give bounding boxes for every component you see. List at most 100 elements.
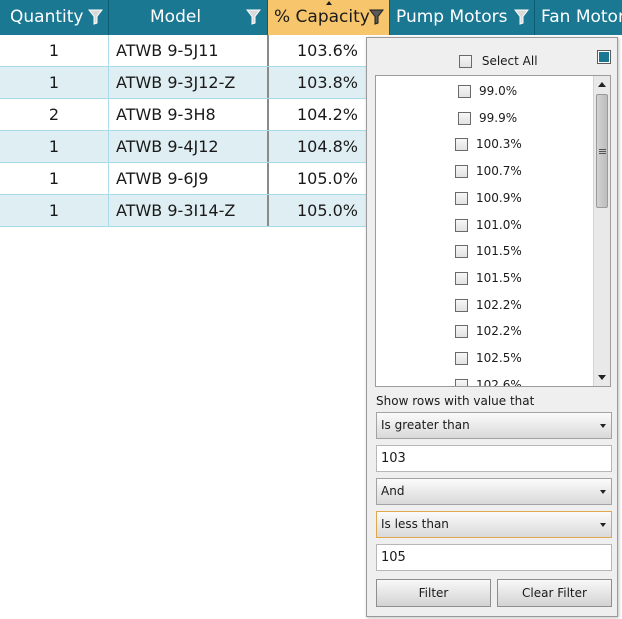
operator1-dropdown[interactable]: Is greater than [376,412,612,439]
value1-input[interactable]: 103 [376,445,612,472]
filter-funnel-icon[interactable] [514,9,529,25]
filter-funnel-icon[interactable] [88,9,103,25]
quantity-cell: 2 [48,105,60,124]
quantity-cell: 1 [48,169,60,188]
list-item[interactable]: 102.6% [455,377,522,386]
list-item[interactable]: 101.0% [455,217,522,233]
list-item[interactable]: 100.3% [455,136,522,152]
table-row[interactable]: 2 ATWB 9-3H8 104.2% [0,99,367,131]
quantity-cell: 1 [48,201,60,220]
capacity-cell: 105.0% [296,169,358,188]
grid-header: Quantity Model % Capacity Pump Motors Fa… [0,0,622,35]
checkbox-icon [455,352,468,365]
operator2-dropdown[interactable]: Is less than [376,511,612,538]
checkbox-icon [458,112,471,125]
column-label: Fan Motor [541,7,622,27]
cell-divider [108,195,109,226]
column-header-quantity[interactable]: Quantity [0,0,108,35]
checkbox-icon [455,165,468,178]
checkbox-icon [455,138,468,151]
cell-divider [108,35,109,66]
cell-divider [108,163,109,194]
model-cell: ATWB 9-6J9 [116,169,209,188]
list-item[interactable]: 100.9% [455,190,522,206]
popup-resize-grip-icon[interactable] [597,50,611,64]
checkbox-icon [455,325,468,338]
list-item-label: 100.9% [476,191,522,205]
list-item-label: 99.9% [479,111,518,125]
select-all-label: Select All [481,54,538,68]
checkbox-icon [455,245,468,258]
dropdown-arrow-icon [600,523,606,527]
table-row[interactable]: 1 ATWB 9-5J11 103.6% [0,35,367,67]
list-item[interactable]: 100.7% [455,163,522,179]
checkbox-icon [455,379,468,386]
filter-funnel-icon[interactable] [246,9,261,25]
dropdown-arrow-icon [600,490,606,494]
list-item-label: 100.7% [476,164,522,178]
checkbox-icon [455,192,468,205]
select-all-checkbox[interactable]: Select All [459,53,538,69]
grip-line [599,153,606,154]
list-item[interactable]: 102.5% [455,350,522,366]
grip-line [599,149,606,150]
model-cell: ATWB 9-3J12-Z [116,73,236,92]
column-header-model[interactable]: Model [109,0,267,35]
clear-filter-button[interactable]: Clear Filter [497,579,612,607]
operator1-value: Is greater than [381,418,470,432]
model-cell: ATWB 9-5J11 [116,41,219,60]
column-label: % Capacity [274,7,370,27]
table-row[interactable]: 1 ATWB 9-3I14-Z 105.0% [0,195,367,227]
list-item-label: 102.2% [476,298,522,312]
capacity-cell: 105.0% [296,201,358,220]
distinct-values-list[interactable]: 99.0% 99.9% 100.3% 100.7% 100.9% 101.0% … [375,75,611,387]
model-cell: ATWB 9-4J12 [116,137,219,156]
model-cell: ATWB 9-3H8 [116,105,216,124]
dropdown-arrow-icon [600,424,606,428]
list-item[interactable]: 102.2% [455,297,522,313]
capacity-cell: 103.8% [296,73,358,92]
list-item[interactable]: 99.9% [458,110,517,126]
value2-input[interactable]: 105 [376,544,612,571]
table-row[interactable]: 1 ATWB 9-4J12 104.8% [0,131,367,163]
checkbox-icon [455,299,468,312]
list-item-label: 100.3% [476,137,522,151]
checkbox-icon [459,55,472,68]
checkbox-icon [458,85,471,98]
cell-divider [108,131,109,162]
cell-divider [108,99,109,130]
quantity-cell: 1 [48,73,60,92]
operator2-value: Is less than [381,517,449,531]
list-item[interactable]: 102.2% [455,323,522,339]
list-item[interactable]: 101.5% [455,243,522,259]
list-item[interactable]: 99.0% [458,83,517,99]
table-row[interactable]: 1 ATWB 9-6J9 105.0% [0,163,367,195]
scrollbar-thumb[interactable] [596,94,608,208]
filter-funnel-icon[interactable] [369,9,384,25]
list-scrollbar[interactable] [593,76,610,386]
model-cell: ATWB 9-3I14-Z [116,201,236,220]
column-header-fan-motor[interactable]: Fan Motor [535,0,622,35]
scroll-up-arrow-icon[interactable] [598,82,606,87]
table-row[interactable]: 1 ATWB 9-3J12-Z 103.8% [0,67,367,99]
filter-popup: Select All 99.0% 99.9% 100.3% 100.7% 100… [366,37,618,617]
list-item-label: 102.5% [476,351,522,365]
capacity-cell: 103.6% [296,41,358,60]
show-rows-label: Show rows with value that [376,394,535,408]
column-header-pump-motors[interactable]: Pump Motors [390,0,534,35]
scroll-down-arrow-icon[interactable] [598,375,606,380]
quantity-cell: 1 [48,137,60,156]
list-item-label: 101.5% [476,244,522,258]
column-header-capacity[interactable]: % Capacity [268,0,389,35]
list-item-label: 102.2% [476,324,522,338]
column-label: Model [150,7,202,27]
checkbox-icon [455,272,468,285]
checkbox-icon [455,219,468,232]
capacity-cell: 104.8% [296,137,358,156]
list-item[interactable]: 101.5% [455,270,522,286]
logic-value: And [381,484,405,498]
logic-dropdown[interactable]: And [376,478,612,505]
filter-button[interactable]: Filter [376,579,491,607]
column-label: Quantity [10,7,84,27]
quantity-cell: 1 [48,41,60,60]
